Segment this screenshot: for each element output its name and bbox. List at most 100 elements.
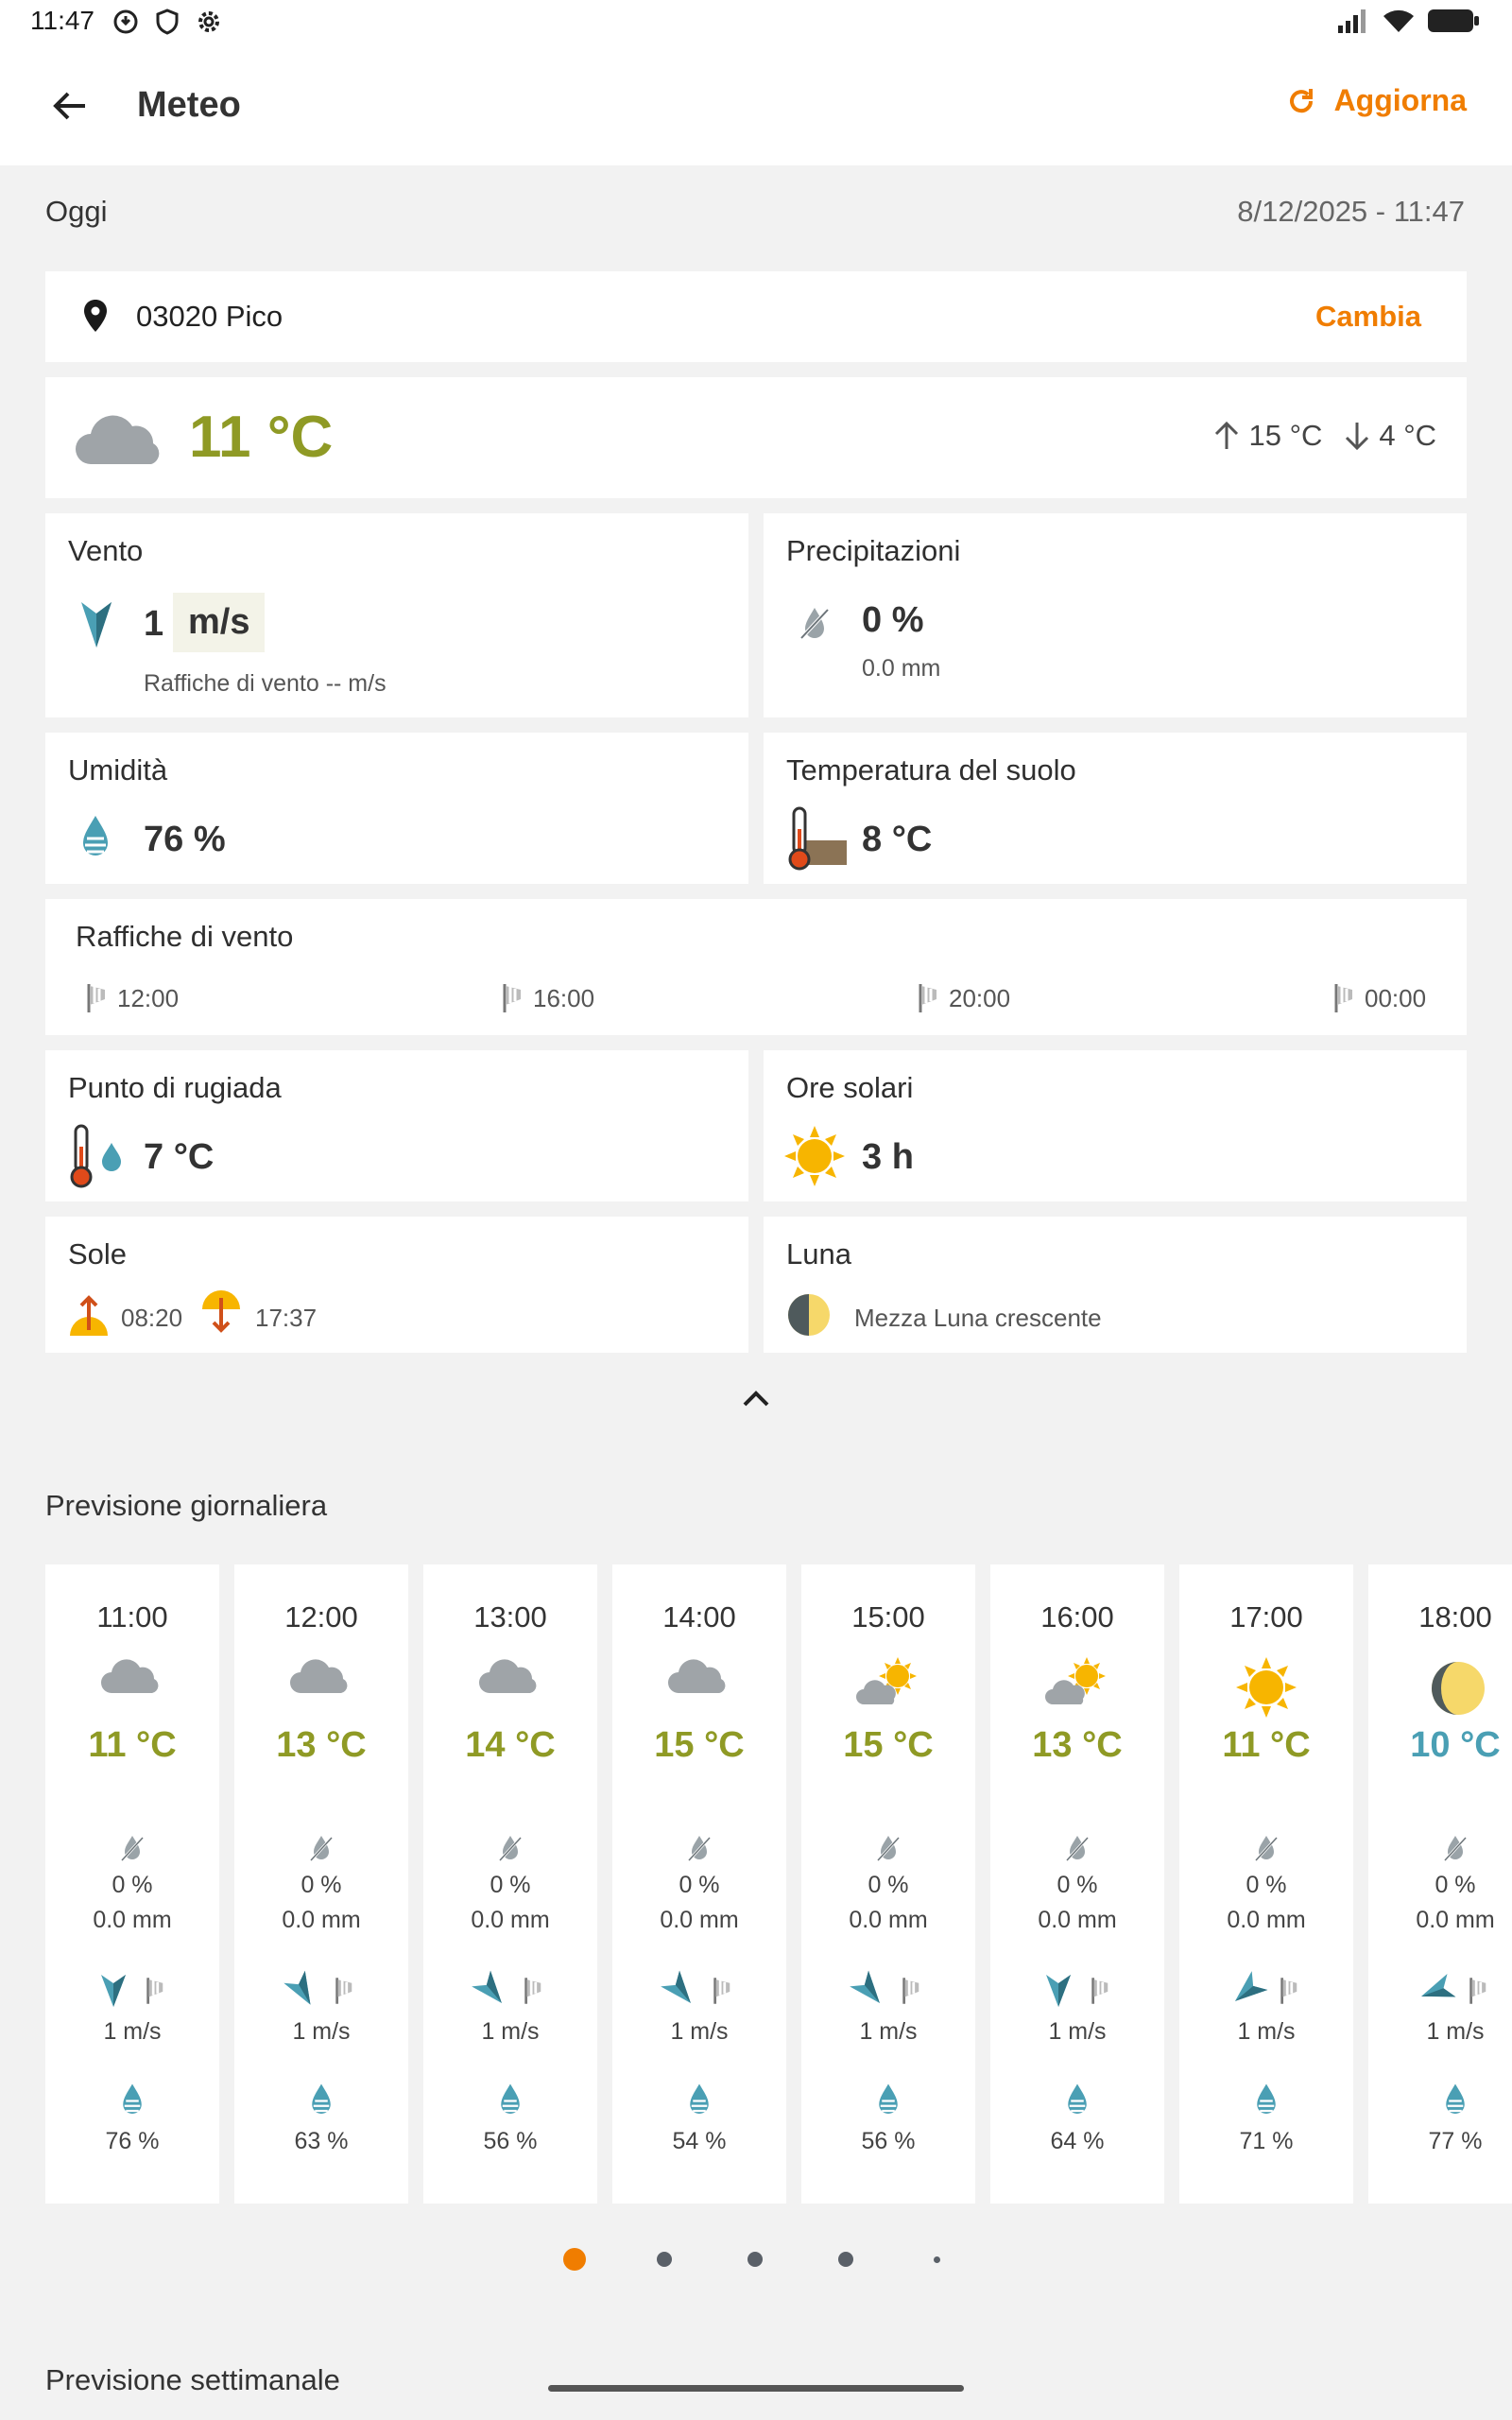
weekly-forecast-title: Previsione settimanale bbox=[45, 2363, 340, 2396]
hour-rain-probability: 0 % bbox=[1057, 1872, 1098, 1898]
precipitation-amount: 0.0 mm bbox=[862, 655, 941, 682]
temperature-range: 15 °C 4 °C bbox=[1211, 419, 1436, 453]
hour-humidity: 63 % bbox=[294, 2128, 349, 2154]
humidity-value: 76 % bbox=[144, 820, 226, 859]
hour-temperature: 10 °C bbox=[1410, 1725, 1501, 1765]
partly-sunny-icon bbox=[1045, 1657, 1109, 1711]
page-indicator-active[interactable] bbox=[563, 2248, 586, 2271]
hour-wind-speed: 1 m/s bbox=[103, 2018, 162, 2045]
sun-hours-value: 3 h bbox=[862, 1137, 914, 1177]
hour-time: 17:00 bbox=[1229, 1600, 1303, 1634]
humidity-drop-icon bbox=[308, 2083, 335, 2121]
hour-rain-probability: 0 % bbox=[1246, 1872, 1287, 1898]
hour-wind-icons bbox=[1421, 1973, 1488, 2009]
moon-icon bbox=[1424, 1657, 1486, 1724]
gusts-title: Raffiche di vento bbox=[76, 920, 294, 953]
dew-point-icon bbox=[70, 1124, 121, 1188]
humidity-drop-icon bbox=[1064, 2083, 1091, 2121]
hour-wind-speed: 1 m/s bbox=[1048, 2018, 1107, 2045]
windsock-icon bbox=[87, 984, 105, 1012]
page-indicator[interactable] bbox=[657, 2252, 672, 2267]
hour-rain-amount: 0.0 mm bbox=[1416, 1907, 1495, 1933]
windsock-icon bbox=[1091, 1978, 1108, 2004]
hour-humidity: 77 % bbox=[1428, 2128, 1483, 2154]
gust-slot: 16:00 bbox=[501, 982, 594, 1014]
precipitation-title: Precipitazioni bbox=[786, 534, 961, 567]
cloud-icon bbox=[100, 1657, 164, 1700]
hour-rain-amount: 0.0 mm bbox=[282, 1907, 361, 1933]
sun-card: Sole 08:20 17:37 bbox=[45, 1217, 748, 1353]
gust-time-label: 12:00 bbox=[117, 983, 180, 1012]
humidity-drop-icon bbox=[497, 2083, 524, 2121]
hour-rain-probability: 0 % bbox=[679, 1872, 720, 1898]
hour-wind-speed: 1 m/s bbox=[670, 2018, 729, 2045]
humidity-card: Umidità 76 % bbox=[45, 733, 748, 884]
windsock-icon bbox=[713, 1978, 730, 2004]
hour-rain-amount: 0.0 mm bbox=[93, 1907, 172, 1933]
current-weather-card: 11 °C 15 °C 4 °C bbox=[45, 377, 1467, 498]
change-location-button[interactable]: Cambia bbox=[1315, 300, 1421, 334]
windsock-icon bbox=[146, 1978, 163, 2004]
sun-hours-card: Ore solari 3 h bbox=[764, 1050, 1467, 1201]
page-indicator[interactable] bbox=[838, 2252, 853, 2267]
hour-rain-probability: 0 % bbox=[868, 1872, 909, 1898]
soil-thermometer-icon bbox=[788, 806, 847, 871]
moon-phase: Mezza Luna crescente bbox=[854, 1304, 1102, 1332]
chevron-up-icon[interactable] bbox=[739, 1384, 773, 1412]
moon-phase-icon bbox=[788, 1294, 830, 1336]
soil-temperature-value: 8 °C bbox=[862, 820, 933, 859]
sunset-time: 17:37 bbox=[255, 1304, 318, 1332]
hourly-card: 15:00 15 °C 0 % 0.0 mm 1 m/s 56 % bbox=[801, 1564, 975, 2204]
dew-point-card: Punto di rugiada 7 °C bbox=[45, 1050, 748, 1201]
windsock-icon bbox=[335, 1978, 352, 2004]
daily-forecast-title: Previsione giornaliera bbox=[45, 1489, 328, 1522]
gust-slot: 12:00 bbox=[85, 982, 179, 1014]
dew-point-title: Punto di rugiada bbox=[68, 1071, 282, 1104]
hour-temperature: 14 °C bbox=[465, 1725, 556, 1765]
hour-humidity: 54 % bbox=[672, 2128, 727, 2154]
moon-card: Luna Mezza Luna crescente bbox=[764, 1217, 1467, 1353]
sunrise-time: 08:20 bbox=[121, 1304, 183, 1332]
wind-direction-icon bbox=[81, 602, 112, 648]
wind-direction-icon bbox=[472, 1970, 502, 2004]
hour-rain-probability: 0 % bbox=[301, 1872, 342, 1898]
cloud-icon bbox=[289, 1657, 353, 1700]
hourly-card: 17:00 11 °C 0 % 0.0 mm 1 m/s 71 % bbox=[1179, 1564, 1353, 2204]
gust-time-label: 20:00 bbox=[949, 983, 1011, 1012]
refresh-button[interactable]: Aggiorna bbox=[1285, 83, 1467, 118]
no-rain-icon bbox=[1253, 1834, 1280, 1867]
hourly-card: 12:00 13 °C 0 % 0.0 mm 1 m/s 63 % bbox=[234, 1564, 408, 2204]
dew-point-value: 7 °C bbox=[144, 1137, 215, 1177]
page-indicator[interactable] bbox=[934, 2256, 940, 2263]
hour-wind-icons bbox=[284, 1970, 354, 2009]
hour-rain-probability: 0 % bbox=[112, 1872, 153, 1898]
status-system-icons bbox=[1336, 8, 1480, 34]
hour-rain-amount: 0.0 mm bbox=[849, 1907, 928, 1933]
humidity-drop-icon bbox=[119, 2083, 146, 2121]
wind-speed: 1 bbox=[144, 604, 164, 644]
gust-slot: 20:00 bbox=[917, 982, 1010, 1014]
home-indicator[interactable] bbox=[548, 2385, 964, 2392]
battery-icon bbox=[1428, 9, 1479, 32]
page-indicator[interactable] bbox=[747, 2252, 763, 2267]
back-arrow-icon[interactable] bbox=[47, 83, 93, 129]
soil-temperature-card: Temperatura del suolo 8 °C bbox=[764, 733, 1467, 884]
hour-humidity: 71 % bbox=[1239, 2128, 1294, 2154]
sun-icon bbox=[784, 1126, 845, 1186]
data-saver-icon bbox=[113, 9, 138, 34]
hour-wind-speed: 1 m/s bbox=[1237, 2018, 1296, 2045]
location-card: 03020 Pico Cambia bbox=[45, 271, 1467, 362]
hour-wind-speed: 1 m/s bbox=[1426, 2018, 1485, 2045]
wind-card: Vento 1 m/s Raffiche di vento -- m/s bbox=[45, 513, 748, 717]
soil-temperature-title: Temperatura del suolo bbox=[786, 753, 1076, 786]
humidity-drop-icon bbox=[83, 816, 108, 856]
status-notification-icons bbox=[112, 8, 223, 36]
hour-rain-amount: 0.0 mm bbox=[1038, 1907, 1117, 1933]
no-rain-icon bbox=[799, 608, 830, 640]
location-name: 03020 Pico bbox=[136, 300, 284, 333]
wind-direction-icon bbox=[1421, 1973, 1456, 1997]
arrow-up-icon bbox=[1215, 421, 1239, 449]
moon-title: Luna bbox=[786, 1237, 851, 1270]
wind-direction-icon bbox=[1234, 1971, 1268, 2001]
status-bar: 11:47 bbox=[0, 0, 1512, 45]
